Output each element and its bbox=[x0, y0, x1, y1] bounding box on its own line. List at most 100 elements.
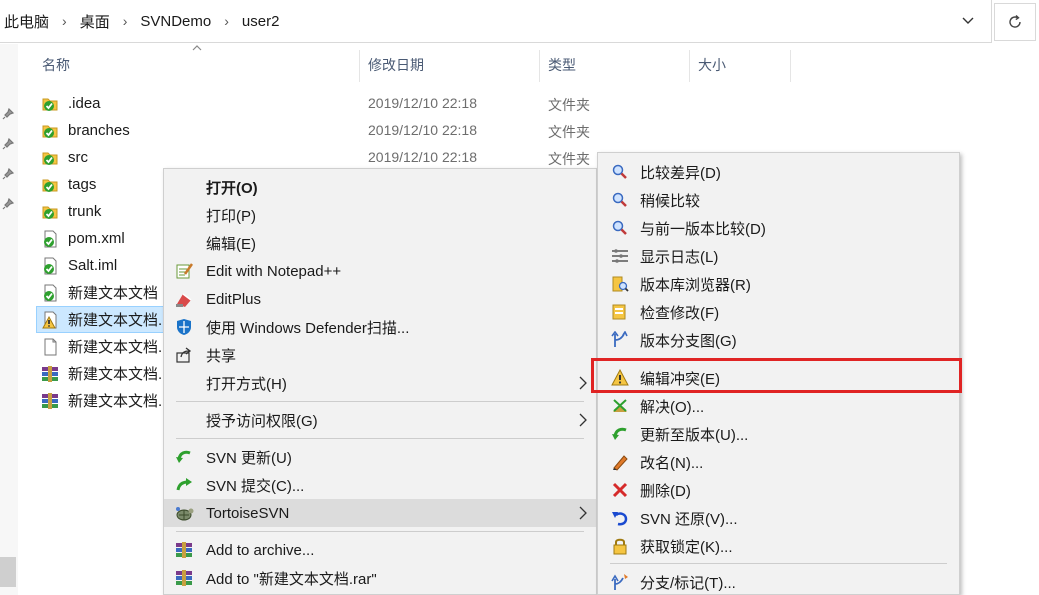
svn-file-ok-icon bbox=[40, 256, 60, 276]
submenu-item-repo-browser[interactable]: 版本库浏览器(R) bbox=[598, 270, 959, 298]
column-header-type[interactable]: 类型 bbox=[540, 50, 690, 82]
file-name: 新建文本文档. bbox=[68, 366, 163, 383]
column-header-modified[interactable]: 修改日期 bbox=[360, 50, 540, 82]
file-name: 新建文本文档 bbox=[68, 285, 159, 302]
pin-icon[interactable] bbox=[2, 168, 14, 180]
file-name: trunk bbox=[68, 203, 102, 220]
winrar-icon bbox=[40, 391, 60, 411]
submenu-item-show-log[interactable]: 显示日志(L) bbox=[598, 242, 959, 270]
breadcrumb-desktop[interactable]: 桌面 bbox=[80, 11, 110, 32]
navigation-selected-item[interactable] bbox=[0, 557, 16, 587]
svn-commit-icon bbox=[174, 475, 194, 495]
submenu-item-diff[interactable]: 比较差异(D) bbox=[598, 158, 959, 186]
chevron-down-icon bbox=[962, 17, 974, 24]
file-name: branches bbox=[68, 122, 130, 139]
menu-item-svn-commit[interactable]: SVN 提交(C)... bbox=[164, 471, 596, 499]
context-menu[interactable]: 打开(O) 打印(P) 编辑(E) Edit with Notepad++ Ed… bbox=[163, 168, 597, 595]
breadcrumb-this-pc[interactable]: 此电脑 bbox=[4, 11, 49, 32]
windows-defender-icon bbox=[174, 317, 194, 337]
submenu-item-rev-graph[interactable]: 版本分支图(G) bbox=[598, 326, 959, 354]
submenu-item-diff-later[interactable]: 稍候比较 bbox=[598, 186, 959, 214]
menu-item-notepadpp[interactable]: Edit with Notepad++ bbox=[164, 257, 596, 285]
submenu-item-revert[interactable]: SVN 还原(V)... bbox=[598, 504, 959, 532]
file-row[interactable]: 新建文本文档. bbox=[40, 333, 162, 360]
revision-graph-icon bbox=[610, 330, 630, 350]
delete-x-icon bbox=[610, 480, 630, 500]
notepadpp-icon bbox=[174, 261, 194, 281]
file-row[interactable]: tags bbox=[40, 171, 96, 198]
svn-update-icon bbox=[174, 447, 194, 467]
address-bar[interactable]: 此电脑 › 桌面 › SVNDemo › user2 bbox=[0, 0, 992, 43]
menu-separator bbox=[176, 401, 584, 402]
file-name: 新建文本文档. bbox=[68, 339, 163, 356]
lock-icon bbox=[610, 536, 630, 556]
submenu-item-update-rev[interactable]: 更新至版本(U)... bbox=[598, 420, 959, 448]
menu-item-svn-update[interactable]: SVN 更新(U) bbox=[164, 443, 596, 471]
file-row[interactable]: 新建文本文档. bbox=[36, 306, 164, 333]
svn-folder-ok-icon bbox=[40, 148, 60, 168]
file-row[interactable]: 新建文本文档. bbox=[40, 387, 162, 414]
menu-separator bbox=[176, 531, 584, 532]
breadcrumb-svndemo[interactable]: SVNDemo bbox=[140, 13, 211, 30]
magnifier-icon bbox=[610, 190, 630, 210]
file-type: 文件夹 bbox=[548, 151, 590, 167]
column-header-size[interactable]: 大小 bbox=[690, 50, 791, 82]
menu-item-print[interactable]: 打印(P) bbox=[164, 201, 596, 229]
submenu-item-get-lock[interactable]: 获取锁定(K)... bbox=[598, 532, 959, 560]
menu-item-defender[interactable]: 使用 Windows Defender扫描... bbox=[164, 313, 596, 341]
file-type: 文件夹 bbox=[548, 124, 590, 140]
pin-icon[interactable] bbox=[2, 198, 14, 210]
svn-file-ok-icon bbox=[40, 283, 60, 303]
chevron-right-icon[interactable]: › bbox=[62, 13, 67, 29]
menu-item-open-with[interactable]: 打开方式(H) bbox=[164, 369, 596, 397]
menu-item-share[interactable]: 共享 bbox=[164, 341, 596, 369]
address-dropdown-button[interactable] bbox=[957, 10, 979, 32]
submenu-item-branch-tag[interactable]: 分支/标记(T)... bbox=[598, 568, 959, 595]
text-file-icon bbox=[40, 337, 60, 357]
magnifier-icon bbox=[610, 162, 630, 182]
svn-file-ok-icon bbox=[40, 229, 60, 249]
chevron-right-icon bbox=[579, 506, 587, 520]
log-icon bbox=[610, 246, 630, 266]
submenu-item-rename[interactable]: 改名(N)... bbox=[598, 448, 959, 476]
file-row[interactable]: trunk bbox=[40, 198, 101, 225]
menu-item-add-archive[interactable]: Add to archive... bbox=[164, 536, 596, 564]
file-row[interactable]: src bbox=[40, 144, 88, 171]
pin-icon[interactable] bbox=[2, 108, 14, 120]
menu-item-edit[interactable]: 编辑(E) bbox=[164, 229, 596, 257]
chevron-right-icon[interactable]: › bbox=[224, 13, 229, 29]
file-date: 2019/12/10 22:18 bbox=[368, 95, 477, 111]
menu-item-add-rar[interactable]: Add to "新建文本文档.rar" bbox=[164, 564, 596, 592]
submenu-item-diff-prev[interactable]: 与前一版本比较(D) bbox=[598, 214, 959, 242]
file-row[interactable]: .idea bbox=[40, 90, 101, 117]
file-type: 文件夹 bbox=[548, 97, 590, 113]
chevron-right-icon bbox=[579, 413, 587, 427]
file-row[interactable]: branches bbox=[40, 117, 130, 144]
menu-item-tortoisesvn[interactable]: TortoiseSVN bbox=[164, 499, 596, 527]
chevron-right-icon[interactable]: › bbox=[123, 13, 128, 29]
file-row[interactable]: Salt.iml bbox=[40, 252, 117, 279]
file-row[interactable]: pom.xml bbox=[40, 225, 125, 252]
file-row[interactable]: 新建文本文档 bbox=[40, 279, 158, 306]
winrar-icon bbox=[174, 568, 194, 588]
svn-folder-ok-icon bbox=[40, 121, 60, 141]
menu-item-editplus[interactable]: EditPlus bbox=[164, 285, 596, 313]
refresh-button[interactable] bbox=[994, 3, 1036, 41]
submenu-item-delete[interactable]: 删除(D) bbox=[598, 476, 959, 504]
file-name: 新建文本文档. bbox=[68, 312, 163, 329]
svn-file-conflict-icon bbox=[40, 310, 60, 330]
column-header-name[interactable]: 名称 bbox=[34, 50, 360, 82]
submenu-item-resolve[interactable]: 解决(O)... bbox=[598, 392, 959, 420]
submenu-item-check-mod[interactable]: 检查修改(F) bbox=[598, 298, 959, 326]
file-date: 2019/12/10 22:18 bbox=[368, 149, 477, 165]
revert-icon bbox=[610, 508, 630, 528]
chevron-right-icon bbox=[579, 376, 587, 390]
pin-icon[interactable] bbox=[2, 138, 14, 150]
navigation-pane[interactable] bbox=[0, 44, 18, 595]
file-row[interactable]: 新建文本文档. bbox=[40, 360, 162, 387]
menu-item-grant-access[interactable]: 授予访问权限(G) bbox=[164, 406, 596, 434]
menu-item-open[interactable]: 打开(O) bbox=[164, 173, 596, 201]
magnifier-icon bbox=[610, 218, 630, 238]
breadcrumb-user2[interactable]: user2 bbox=[242, 13, 280, 30]
highlight-annotation-box bbox=[591, 358, 962, 393]
